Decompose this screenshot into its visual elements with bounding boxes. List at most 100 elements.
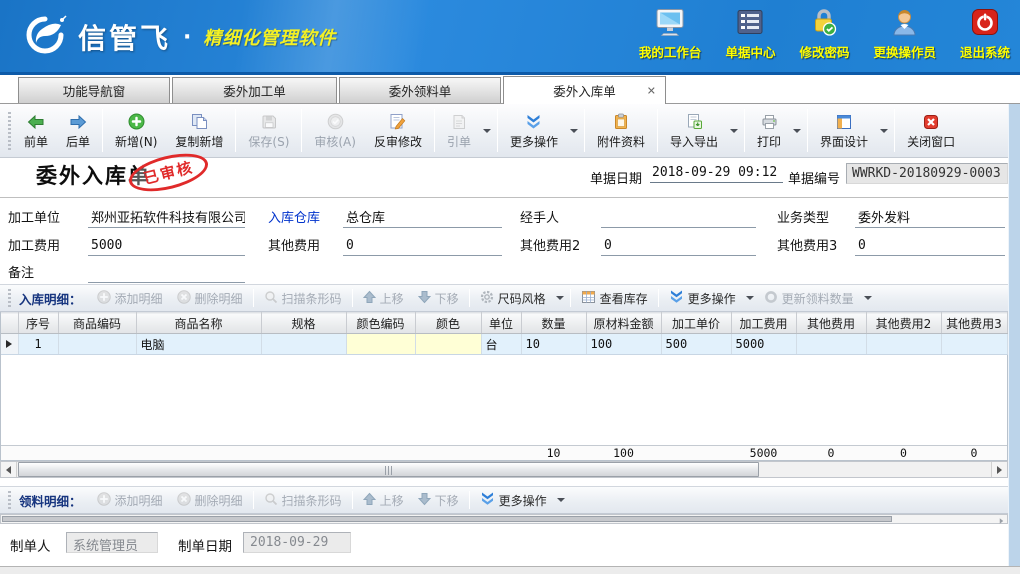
doc-date-field[interactable]: 2018-09-29 09:12 (650, 165, 783, 183)
col-header-other-fee[interactable]: 其他费用 (796, 313, 866, 334)
field-label-link[interactable]: 入库仓库 (268, 207, 343, 228)
cell-unit[interactable]: 台 (481, 334, 521, 355)
add-row-button[interactable]: 添加明细 (90, 287, 170, 310)
field-value[interactable]: 总仓库 (343, 207, 502, 228)
toolbar-grip[interactable] (8, 289, 11, 307)
scrollbar-thumb[interactable] (2, 516, 892, 522)
workbench-button[interactable]: 我的工作台 (639, 8, 702, 61)
col-header-material-amount[interactable]: 原材料金额 (586, 313, 661, 334)
detail-more-actions-button[interactable]: 更多操作 (662, 287, 743, 310)
scroll-left-button[interactable] (1, 462, 17, 477)
cell-qty[interactable]: 10 (521, 334, 586, 355)
cell-product-code[interactable] (58, 334, 136, 355)
prev-doc-button[interactable]: 前单 (15, 108, 57, 154)
cell-process-fee[interactable]: 5000 (731, 334, 796, 355)
material-move-down-button[interactable]: 下移 (411, 489, 466, 512)
import-export-button[interactable]: 导入导出 (661, 108, 727, 154)
col-header-other-fee2[interactable]: 其他费用2 (866, 313, 941, 334)
cell-color[interactable] (415, 334, 481, 355)
dropdown-caret-icon[interactable] (793, 129, 801, 133)
material-horizontal-scrollbar[interactable] (0, 514, 1008, 524)
material-add-row-button[interactable]: 添加明细 (90, 489, 170, 512)
print-button[interactable]: 打印 (748, 108, 790, 154)
next-doc-button[interactable]: 后单 (57, 108, 99, 154)
field-value[interactable]: 郑州亚拓软件科技有限公司 (88, 207, 245, 228)
more-actions-button[interactable]: 更多操作 (501, 108, 567, 154)
cell-other-fee[interactable] (796, 334, 866, 355)
tab-function-nav[interactable]: 功能导航窗 (18, 77, 170, 103)
cell-process-price[interactable]: 500 (661, 334, 731, 355)
save-button[interactable]: 保存(S) (239, 108, 298, 154)
move-up-button[interactable]: 上移 (356, 287, 411, 310)
field-value[interactable] (601, 210, 756, 228)
move-down-button[interactable]: 下移 (411, 287, 466, 310)
col-header-product-name[interactable]: 商品名称 (136, 313, 261, 334)
document-center-button[interactable]: 单据中心 (725, 9, 775, 61)
toolbar-grip[interactable] (8, 491, 11, 509)
exit-system-button[interactable]: 退出系统 (960, 8, 1010, 61)
approve-button[interactable]: 审核(A) (305, 108, 365, 154)
attachments-button[interactable]: 附件资料 (588, 108, 654, 154)
cell-other-fee2[interactable] (866, 334, 941, 355)
col-header-other-fee3[interactable]: 其他费用3 (941, 313, 1007, 334)
tab-material-issue[interactable]: 委外领料单 (339, 77, 501, 103)
view-stock-button[interactable]: 查看库存 (574, 287, 655, 310)
material-move-up-button[interactable]: 上移 (356, 489, 411, 512)
scan-barcode-button[interactable]: 扫描条形码 (257, 287, 349, 310)
dropdown-caret-icon[interactable] (557, 498, 565, 502)
tab-close-icon[interactable]: ✕ (647, 84, 656, 97)
grid-horizontal-scrollbar[interactable] (0, 461, 1008, 478)
delete-row-button[interactable]: 删除明细 (170, 287, 250, 310)
col-header-unit[interactable]: 单位 (481, 313, 521, 334)
field-value[interactable]: 委外发料 (855, 207, 1005, 228)
dropdown-caret-icon[interactable] (864, 296, 872, 300)
cell-seq[interactable]: 1 (18, 334, 58, 355)
dropdown-caret-icon[interactable] (880, 129, 888, 133)
switch-operator-button[interactable]: 更换操作员 (873, 8, 936, 61)
brand: 信管飞 · 精细化管理软件 (22, 14, 336, 60)
tab-inbound-order[interactable]: 委外入库单 ✕ (503, 76, 666, 104)
close-window-button[interactable]: 关闭窗口 (898, 108, 964, 154)
cell-product-name[interactable]: 电脑 (136, 334, 261, 355)
col-header-color[interactable]: 颜色 (415, 313, 481, 334)
tab-outsourcing-order[interactable]: 委外加工单 (172, 77, 337, 103)
field-value[interactable]: 5000 (88, 238, 245, 256)
copy-new-button[interactable]: 复制新增 (166, 108, 232, 154)
change-password-button[interactable]: 修改密码 (799, 8, 849, 61)
dropdown-caret-icon[interactable] (556, 296, 564, 300)
field-value[interactable]: 0 (855, 238, 1005, 256)
pull-doc-button[interactable]: 引单 (438, 108, 480, 154)
dropdown-caret-icon[interactable] (483, 129, 491, 133)
material-delete-row-button[interactable]: 删除明细 (170, 489, 250, 512)
scrollbar-thumb[interactable] (18, 462, 759, 477)
toolbar-grip[interactable] (8, 112, 11, 150)
field-value[interactable]: 0 (601, 238, 756, 256)
ui-design-button[interactable]: 界面设计 (811, 108, 877, 154)
row-selector-cell[interactable] (1, 334, 18, 355)
field-value[interactable]: 0 (343, 238, 502, 256)
col-header-process-price[interactable]: 加工单价 (661, 313, 731, 334)
material-more-actions-button[interactable]: 更多操作 (473, 489, 554, 512)
col-header-product-code[interactable]: 商品编码 (58, 313, 136, 334)
col-header-spec[interactable]: 规格 (261, 313, 346, 334)
material-scan-barcode-button[interactable]: 扫描条形码 (257, 489, 349, 512)
dropdown-caret-icon[interactable] (730, 129, 738, 133)
cell-material-amount[interactable]: 100 (586, 334, 661, 355)
size-style-button[interactable]: 尺码风格 (473, 287, 553, 310)
col-header-color-code[interactable]: 颜色编码 (346, 313, 415, 334)
dropdown-caret-icon[interactable] (746, 296, 754, 300)
dropdown-caret-icon[interactable] (570, 129, 578, 133)
field-value[interactable] (88, 265, 245, 283)
cell-color-code[interactable] (346, 334, 415, 355)
update-material-qty-button[interactable]: 更新领料数量 (757, 287, 861, 310)
unapprove-edit-button[interactable]: 反审修改 (365, 108, 431, 154)
grid-empty-area[interactable] (1, 355, 1007, 445)
cell-spec[interactable] (261, 334, 346, 355)
cell-other-fee3[interactable] (941, 334, 1007, 355)
table-row[interactable]: 1 电脑 台 10 100 500 5000 (1, 334, 1007, 355)
col-header-qty[interactable]: 数量 (521, 313, 586, 334)
add-new-button[interactable]: 新增(N) (106, 108, 166, 154)
scroll-right-button[interactable] (991, 462, 1007, 477)
col-header-process-fee[interactable]: 加工费用 (731, 313, 796, 334)
col-header-seq[interactable]: 序号 (18, 313, 58, 334)
